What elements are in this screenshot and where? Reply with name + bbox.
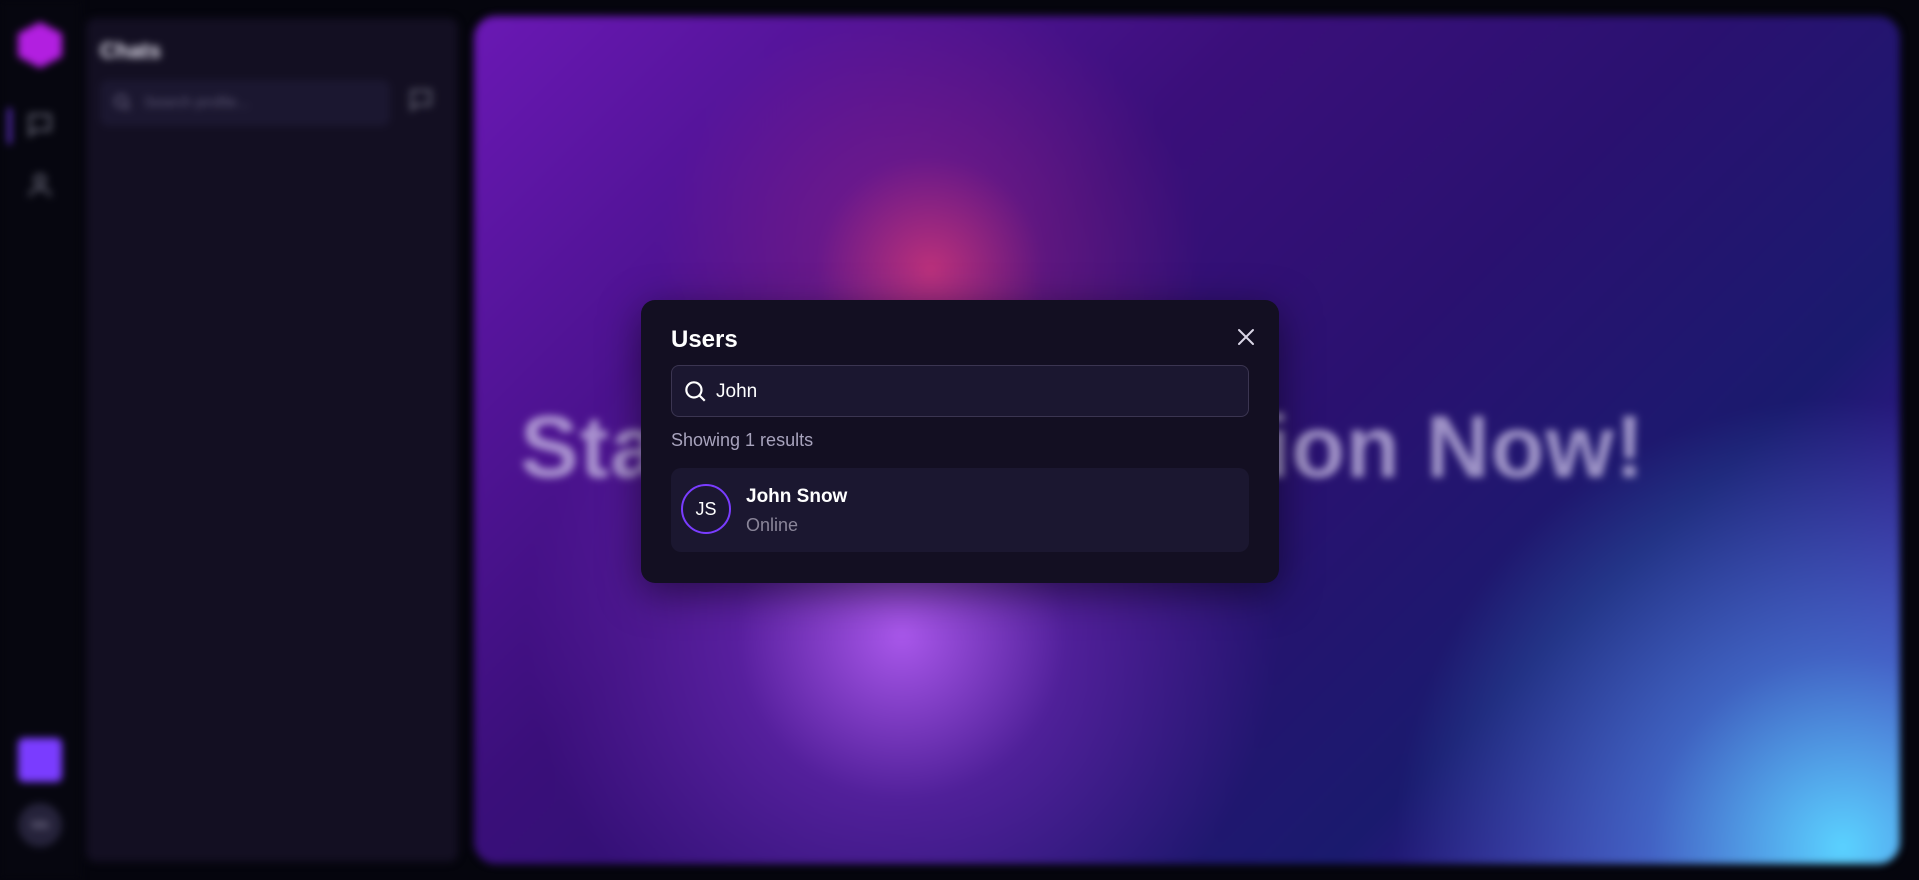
user-avatar: JS [681, 484, 731, 534]
users-modal: Users Showing 1 results JS John Snow Onl… [641, 300, 1279, 583]
chats-search-placeholder: Search profile... [144, 94, 250, 111]
user-search-field[interactable] [671, 365, 1249, 418]
user-status: Online [746, 515, 799, 535]
results-count: Showing 1 results [671, 430, 814, 450]
search-icon [114, 94, 131, 111]
close-button[interactable] [1231, 322, 1261, 352]
profile-avatar[interactable]: NN [18, 803, 62, 847]
settings-button[interactable] [18, 738, 62, 782]
user-search-input[interactable] [714, 366, 1238, 418]
chats-title: Chats [100, 38, 162, 63]
chats-nav-icon[interactable] [25, 110, 55, 140]
search-icon [685, 381, 706, 402]
modal-title: Users [671, 326, 738, 353]
chats-panel: Chats Search profile... [86, 18, 458, 862]
app-logo [18, 22, 62, 68]
nav-rail: NN [0, 0, 80, 880]
users-nav-icon[interactable] [25, 170, 55, 200]
active-indicator [8, 108, 11, 144]
new-chat-icon[interactable] [404, 86, 438, 120]
chats-search-field[interactable]: Search profile... [100, 80, 390, 126]
close-icon [1238, 329, 1254, 345]
user-name: John Snow [746, 486, 848, 507]
user-result-item[interactable]: JS John Snow Online [671, 468, 1249, 552]
